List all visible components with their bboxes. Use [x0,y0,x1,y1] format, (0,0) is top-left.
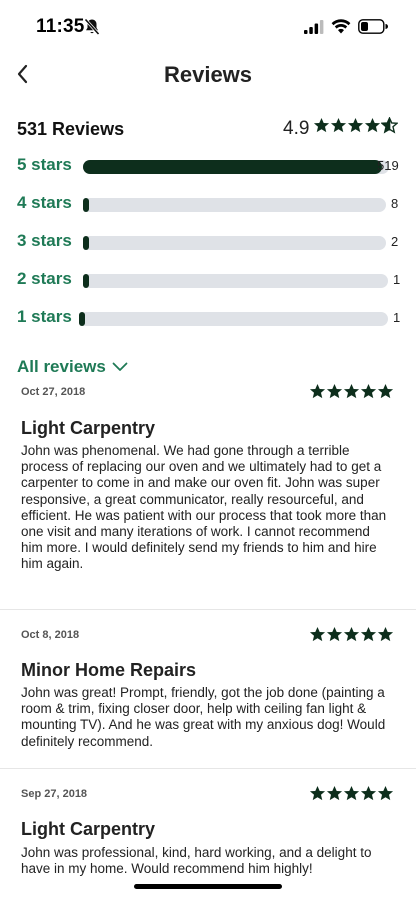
distribution-count: 2 [391,234,399,249]
distribution-label[interactable]: 3 stars [17,231,72,251]
review-card: Sep 27, 2018 Light Carpentry John was pr… [0,784,416,900]
review-stars [309,785,394,802]
star-filled-icon [309,384,326,399]
review-body: John was great! Prompt, friendly, got th… [21,685,386,749]
review-card: Oct 27, 2018 Light Carpentry John was ph… [0,382,416,608]
rating-distribution-row[interactable]: 4 stars 8 [17,193,399,217]
review-body: John was professional, kind, hard workin… [21,845,372,877]
all-reviews-label[interactable]: All reviews [17,357,106,377]
star-filled-icon [313,118,330,133]
star-filled-icon [347,118,364,133]
wifi-icon [331,19,351,34]
average-rating: 4.9 [283,118,310,139]
star-filled-icon [377,627,394,642]
star-filled-icon [326,786,343,801]
distribution-bar-track [83,236,386,250]
all-reviews-filter[interactable]: All reviews [17,355,128,379]
rating-distribution-row[interactable]: 3 stars 2 [17,231,399,255]
star-filled-icon [343,384,360,399]
review-date: Sep 27, 2018 [21,788,88,800]
review-stars [309,383,394,400]
star-filled-icon [360,627,377,642]
bell-off-icon [84,18,100,36]
average-rating-stars [313,117,398,134]
distribution-bar-fill [83,160,383,174]
cellular-signal-icon [304,20,324,34]
nav-bar: Reviews [0,54,416,98]
review-card: Oct 8, 2018 Minor Home Repairs John was … [0,625,416,765]
star-filled-icon [326,384,343,399]
divider [0,609,416,610]
status-bar: 11:35 [0,0,416,54]
star-filled-icon [343,627,360,642]
star-filled-icon [377,786,394,801]
rating-distribution-row[interactable]: 1 stars 1 [17,307,401,331]
review-body: John was phenomenal. We had gone through… [21,443,387,572]
star-filled-icon [343,786,360,801]
star-filled-icon [326,627,343,642]
star-filled-icon [330,118,347,133]
distribution-bar-fill [79,312,86,326]
star-filled-icon [360,384,377,399]
review-count: 531 Reviews [17,119,125,139]
rating-distribution-row[interactable]: 5 stars 519 [17,155,399,179]
distribution-count: 1 [393,310,401,325]
review-date: Oct 27, 2018 [21,386,86,398]
star-filled-icon [377,384,394,399]
distribution-count: 519 [377,158,399,173]
battery-icon [358,19,388,34]
distribution-bar-fill [83,198,90,212]
distribution-bar-track [83,198,386,212]
page-title: Reviews [163,62,253,87]
distribution-count: 8 [391,196,399,211]
distribution-bar-fill [83,274,90,288]
distribution-label[interactable]: 4 stars [17,193,72,213]
star-filled-icon [364,118,381,133]
review-stars [309,626,394,643]
review-title: Minor Home Repairs [21,660,197,680]
distribution-bar-fill [83,236,90,250]
status-time: 11:35 [36,16,85,37]
distribution-label[interactable]: 5 stars [17,155,72,175]
chevron-down-icon [112,362,128,371]
star-filled-icon [309,786,326,801]
distribution-count: 1 [393,272,401,287]
distribution-bar-track [83,274,388,288]
distribution-bar-track [83,160,389,174]
star-half-icon [381,117,398,134]
rating-distribution-row[interactable]: 2 stars 1 [17,269,401,293]
review-date: Oct 8, 2018 [21,629,80,641]
distribution-label[interactable]: 2 stars [17,269,72,289]
home-indicator [134,884,282,889]
review-title: Light Carpentry [21,418,156,438]
star-filled-icon [309,627,326,642]
divider [0,768,416,769]
distribution-label[interactable]: 1 stars [17,307,72,327]
rating-summary: 531 Reviews 4.9 [17,117,399,141]
distribution-bar-track [79,312,388,326]
star-filled-icon [360,786,377,801]
review-title: Light Carpentry [21,819,156,839]
